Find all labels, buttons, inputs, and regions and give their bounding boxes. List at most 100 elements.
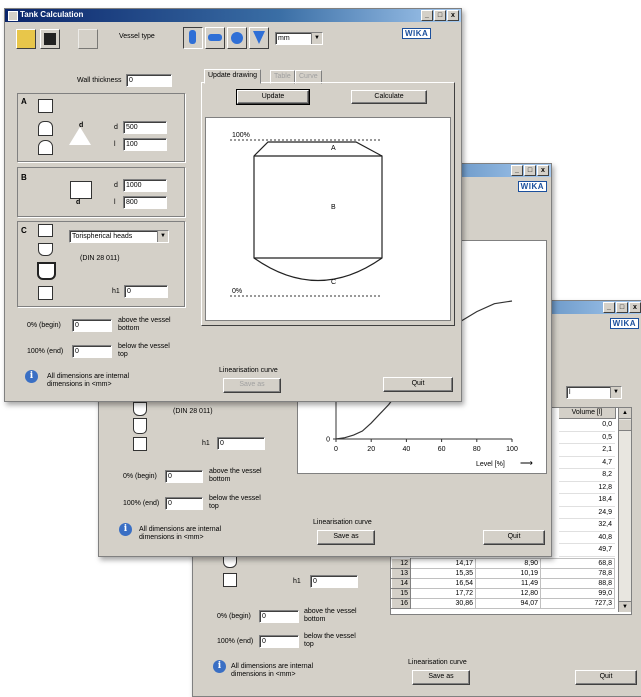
spherical-vessel-icon[interactable]: [227, 27, 247, 49]
hemispherical-head-icon[interactable]: [38, 140, 53, 155]
level-cell: 15,35: [410, 568, 476, 579]
b-l-input[interactable]: 800: [123, 196, 167, 209]
section-c-label: C: [331, 279, 337, 286]
torispherical-bottom-icon[interactable]: [37, 262, 56, 280]
y-tick-label: 0: [326, 437, 330, 444]
print-icon[interactable]: [78, 29, 98, 49]
minimize-button[interactable]: _: [511, 165, 523, 176]
scroll-thumb[interactable]: [619, 420, 631, 431]
end-input[interactable]: 0: [72, 345, 112, 358]
begin-label: 0% (begin): [123, 473, 157, 480]
x-tick-label: 20: [367, 446, 375, 453]
begin-label: 0% (begin): [217, 613, 251, 620]
quit-button[interactable]: Quit: [383, 377, 453, 392]
chevron-down-icon[interactable]: ▼: [610, 387, 621, 398]
dished-head-icon[interactable]: [38, 121, 53, 136]
level-cell: 16,54: [410, 578, 476, 589]
scroll-down-icon[interactable]: ▼: [619, 601, 631, 612]
minimize-button[interactable]: _: [421, 10, 433, 21]
group-b: [17, 167, 185, 217]
row-number: 14: [391, 578, 411, 589]
calculate-button[interactable]: Calculate: [351, 90, 427, 104]
horizontal-vessel-icon[interactable]: [205, 27, 225, 49]
begin-input[interactable]: 0: [165, 470, 203, 483]
conical-vessel-icon[interactable]: [249, 27, 269, 49]
b-d-input[interactable]: 1000: [123, 179, 167, 192]
sketch-d-label: d: [79, 122, 84, 129]
tab-control: Update drawing Table Curve Update Calcul…: [201, 69, 455, 326]
maximize-button[interactable]: □: [616, 302, 628, 313]
close-button[interactable]: x: [537, 165, 549, 176]
h1-input[interactable]: 0: [124, 285, 168, 298]
save-as-button[interactable]: Save as: [317, 530, 375, 545]
h1-input[interactable]: 0: [217, 437, 265, 450]
wall-thickness-input[interactable]: 0: [126, 74, 172, 87]
minimize-button[interactable]: _: [603, 302, 615, 313]
group-b-label: B: [21, 173, 27, 182]
flat-bottom-icon[interactable]: [38, 224, 53, 237]
vessel-head-icon[interactable]: [133, 402, 147, 416]
a-l-input[interactable]: 100: [123, 138, 167, 151]
level-cell: 30,86: [410, 598, 476, 609]
open-folder-icon[interactable]: [16, 29, 36, 49]
height-cell: 12,80: [475, 588, 541, 599]
table-row[interactable]: 16 30,86 94,07 727,3: [391, 598, 615, 609]
flat-head-icon[interactable]: [38, 99, 53, 113]
end-input[interactable]: 0: [165, 497, 203, 510]
info-icon: i: [213, 660, 226, 673]
save-as-button[interactable]: Save as: [223, 378, 281, 393]
section-a-label: A: [331, 145, 336, 152]
maximize-button[interactable]: □: [434, 10, 446, 21]
begin-input[interactable]: 0: [72, 319, 112, 332]
row-number: 15: [391, 588, 411, 599]
table-row[interactable]: 15 17,72 12,80 99,0: [391, 588, 615, 599]
volume-cell: 0,5: [559, 432, 615, 444]
maximize-button[interactable]: □: [524, 165, 536, 176]
head-type-select[interactable]: Torispherical heads ▼: [69, 230, 169, 243]
column-select[interactable]: l ▼: [566, 386, 622, 399]
tab-update-drawing[interactable]: Update drawing: [204, 69, 262, 84]
volume-cell: 18,4: [559, 494, 615, 507]
x-tick-label: 100: [506, 446, 518, 453]
volume-cell: 78,8: [540, 568, 615, 579]
save-as-button[interactable]: Save as: [412, 670, 470, 685]
volume-cell: 727,3: [540, 598, 615, 609]
close-button[interactable]: x: [629, 302, 641, 313]
row-number: 12: [391, 558, 411, 569]
linearisation-label: Linearisation curve: [408, 659, 467, 666]
volume-cell: 24,9: [559, 507, 615, 519]
close-button[interactable]: x: [447, 10, 459, 21]
quit-button[interactable]: Quit: [575, 670, 637, 685]
chevron-down-icon[interactable]: ▼: [157, 231, 168, 242]
h1-input[interactable]: 0: [310, 575, 358, 588]
chevron-down-icon[interactable]: ▼: [311, 33, 322, 44]
scroll-up-icon[interactable]: ▲: [619, 408, 631, 419]
table-row[interactable]: 14 16,54 11,49 88,8: [391, 578, 615, 589]
group-a-label: A: [21, 97, 27, 106]
level-cell: 14,17: [410, 558, 476, 569]
height-cell: 11,49: [475, 578, 541, 589]
begin-input[interactable]: 0: [259, 610, 299, 623]
wall-thickness-label: Wall thickness: [77, 77, 122, 84]
table-scrollbar[interactable]: ▲ ▼: [618, 408, 631, 612]
dished-head-icon[interactable]: [133, 418, 147, 434]
table-row[interactable]: 13 15,35 10,19 78,8: [391, 568, 615, 579]
end-desc: below the vessel top: [304, 633, 356, 648]
save-disk-icon[interactable]: [40, 29, 60, 49]
conical-head-icon[interactable]: [223, 573, 237, 587]
conical-head-icon[interactable]: [133, 437, 147, 451]
wika-logo: WIKA: [402, 28, 432, 39]
a-d-input[interactable]: 500: [123, 121, 167, 134]
update-button[interactable]: Update: [236, 89, 310, 105]
vertical-vessel-icon[interactable]: [183, 27, 203, 49]
dished-bottom-icon[interactable]: [38, 243, 53, 256]
end-input[interactable]: 0: [259, 635, 299, 648]
x-tick-label: 60: [438, 446, 446, 453]
x-axis-arrow-icon: ⟶: [520, 458, 533, 468]
unit-select[interactable]: mm ▼: [275, 32, 323, 45]
linearisation-label: Linearisation curve: [219, 367, 278, 374]
table-row[interactable]: 12 14,17 8,90 68,8: [391, 558, 615, 569]
conical-bottom-icon[interactable]: [38, 286, 53, 300]
volume-cell: 88,8: [540, 578, 615, 589]
quit-button[interactable]: Quit: [483, 530, 545, 545]
